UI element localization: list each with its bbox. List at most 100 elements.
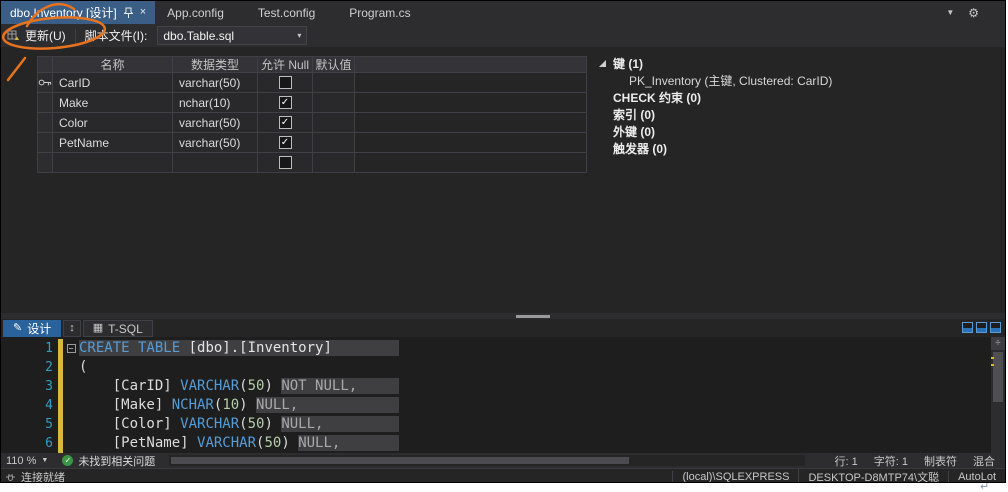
data-type-cell[interactable] [173, 153, 258, 173]
column-name-cell[interactable]: PetName [53, 133, 173, 153]
update-button[interactable]: 更新(U) [25, 27, 66, 44]
keys-panel-item[interactable]: 外键 (0) [599, 123, 832, 140]
keys-panel-item[interactable]: 触发器 (0) [599, 140, 832, 157]
tab-design[interactable]: ✎ 设计 [3, 320, 62, 337]
code-line: 2( [1, 358, 991, 377]
column-designer-grid: 名称 数据类型 允许 Null 默认值 CarIDvarchar(50)✓Mak… [37, 56, 587, 173]
code-text: CREATE TABLE [dbo].[Inventory] [79, 339, 400, 358]
column-name-cell[interactable]: Make [53, 93, 173, 113]
row-indicator-cell[interactable] [37, 113, 53, 133]
connection-status: 连接就绪 [21, 471, 65, 483]
connection-details: (local)\SQLEXPRESS DESKTOP-D8MTP74\文聪 Auto… [672, 468, 1005, 482]
fold-margin [63, 434, 79, 453]
allow-null-checkbox[interactable]: ✓ [278, 116, 292, 129]
status-segment: AutoLot [948, 470, 1005, 482]
default-value-cell[interactable] [313, 113, 355, 133]
check-icon: ✓ [280, 96, 290, 108]
tsql-editor[interactable]: 1− CREATE TABLE [dbo].[Inventory] 2(3 [Ca… [1, 337, 1005, 453]
pin-icon[interactable] [123, 7, 133, 19]
column-name-cell[interactable]: Color [53, 113, 173, 133]
script-file-combobox[interactable]: dbo.Table.sql ▾ [157, 26, 308, 45]
table-row: Color varchar(50) ✓ [37, 113, 587, 133]
data-type-cell[interactable]: varchar(50) [173, 73, 258, 93]
close-icon[interactable]: × [140, 7, 146, 18]
column-name-cell[interactable]: CarID [53, 73, 173, 93]
editor-vscrollbar[interactable]: ÷ [991, 337, 1005, 453]
grid-filler-cell [355, 133, 587, 153]
line-ending-indicator: 混合 [973, 455, 995, 468]
script-file-label: 脚本文件(I): [84, 29, 148, 43]
vscrollbar-thumb[interactable] [993, 352, 1003, 402]
code-line: 3 [CarID] VARCHAR(50) NOT NULL, [1, 377, 991, 396]
allow-null-cell[interactable]: ✓ [258, 93, 313, 113]
zoom-select[interactable]: 110 % ▼ [6, 455, 48, 467]
visual-studio-window: dbo.Inventory [设计] × App.config Test.conf… [0, 0, 1006, 483]
allow-null-checkbox[interactable]: ✓ [278, 76, 292, 89]
row-indicator-cell[interactable] [37, 153, 53, 173]
header-filler [355, 56, 587, 73]
allow-null-cell[interactable]: ✓ [258, 113, 313, 133]
close-pane-icon[interactable] [990, 322, 1001, 333]
primary-key-icon [38, 79, 52, 86]
default-value-cell[interactable] [313, 73, 355, 93]
line-number: 5 [45, 417, 53, 432]
primary-key-item[interactable]: PK_Inventory (主键, Clustered: CarID) [599, 72, 832, 89]
data-type-cell[interactable]: nchar(10) [173, 93, 258, 113]
hscrollbar-thumb[interactable] [171, 457, 629, 464]
keys-category[interactable]: 键 (1) [599, 55, 832, 72]
tab-test-config[interactable]: Test.config [258, 6, 315, 20]
collapse-icon[interactable]: − [66, 344, 76, 353]
tab-label: dbo.Inventory [设计] [10, 6, 117, 20]
data-type-cell[interactable]: varchar(50) [173, 113, 258, 133]
allow-null-cell[interactable]: ✓ [258, 153, 313, 173]
splitter-grip-icon[interactable] [516, 314, 550, 318]
fold-margin [63, 358, 79, 377]
allow-null-cell[interactable]: ✓ [258, 133, 313, 153]
float-pane-icon[interactable] [962, 322, 973, 333]
tab-program-cs[interactable]: Program.cs [349, 6, 410, 20]
tab-list-dropdown-icon[interactable]: ▼ [946, 8, 954, 17]
header-allow-null: 允许 Null [258, 56, 313, 73]
keys-panel-item[interactable]: CHECK 约束 (0) [599, 89, 832, 106]
line-number: 4 [45, 398, 53, 413]
default-value-cell[interactable] [313, 93, 355, 113]
pane-window-buttons [962, 322, 1001, 333]
default-value-cell[interactable] [313, 153, 355, 173]
health-message: 未找到相关问题 [78, 455, 156, 468]
allow-null-checkbox[interactable]: ✓ [278, 96, 292, 109]
keys-category-label: 键 (1) [613, 57, 644, 71]
fold-margin: − [63, 339, 79, 358]
tab-app-config[interactable]: App.config [167, 6, 224, 20]
expander-icon[interactable] [599, 60, 606, 67]
row-indicator-cell[interactable] [37, 133, 53, 153]
swap-panes-button[interactable]: ↕ [63, 320, 81, 337]
tab-tsql[interactable]: ▦ T-SQL [82, 320, 153, 337]
allow-null-cell[interactable]: ✓ [258, 73, 313, 93]
keys-panel-item[interactable]: 索引 (0) [599, 106, 832, 123]
column-name-cell[interactable] [53, 153, 173, 173]
maximize-pane-icon[interactable] [976, 322, 987, 333]
allow-null-checkbox[interactable]: ✓ [278, 136, 292, 149]
health-check-icon: ✓ [62, 455, 74, 466]
code-area[interactable]: 1− CREATE TABLE [dbo].[Inventory] 2(3 [Ca… [1, 339, 991, 453]
script-icon: ▦ [92, 322, 104, 334]
check-icon: ✓ [280, 116, 290, 128]
swap-arrows-icon: ↕ [69, 322, 75, 334]
row-indicator-cell[interactable] [37, 73, 53, 93]
grid-filler-cell [355, 153, 587, 173]
split-window-handle[interactable]: ÷ [991, 337, 1005, 350]
change-mark [991, 364, 994, 366]
data-type-cell[interactable]: varchar(50) [173, 133, 258, 153]
editor-status-row: 110 % ▼ ✓ 未找到相关问题 行: 1 字符: 1 制表符 混合 [1, 453, 1005, 468]
line-number: 3 [45, 379, 53, 394]
gear-icon[interactable]: ⚙ [968, 6, 979, 20]
row-indicator-cell[interactable] [37, 93, 53, 113]
code-text: [Make] NCHAR(10) NULL, [79, 396, 400, 415]
allow-null-checkbox[interactable]: ✓ [278, 156, 292, 169]
keys-panel: 键 (1) PK_Inventory (主键, Clustered: CarID… [599, 55, 832, 157]
tab-dbo-inventory-design[interactable]: dbo.Inventory [设计] × [1, 1, 156, 24]
default-value-cell[interactable] [313, 133, 355, 153]
editor-hscrollbar[interactable] [169, 455, 805, 466]
code-text: [PetName] VARCHAR(50) NULL, [79, 434, 400, 453]
change-mark [991, 357, 994, 359]
